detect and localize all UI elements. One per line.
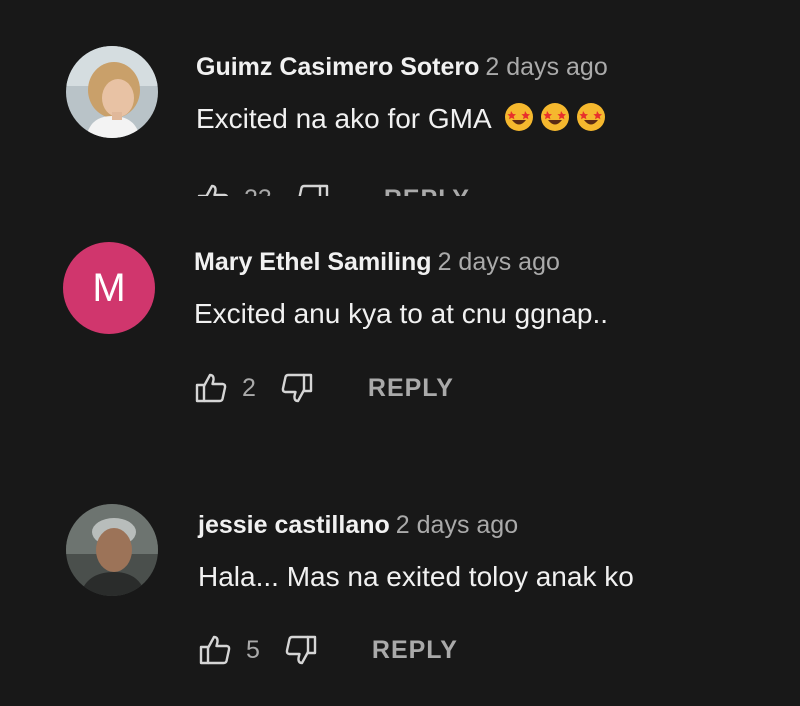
reply-button[interactable]: REPLY bbox=[368, 371, 454, 405]
dislike-button[interactable] bbox=[296, 182, 330, 196]
comment-author[interactable]: Guimz Casimero Sotero bbox=[196, 53, 479, 81]
comment-header: jessie castillano 2 days ago bbox=[198, 510, 518, 540]
comment-text: Excited na ako for GMA bbox=[196, 102, 606, 140]
thumbs-up-icon bbox=[195, 373, 227, 403]
dislike-button[interactable] bbox=[284, 633, 318, 667]
like-button[interactable] bbox=[194, 371, 228, 405]
thumbs-down-icon bbox=[285, 635, 317, 665]
thumbs-down-icon bbox=[281, 373, 313, 403]
comment-text-content: Excited anu kya to at cnu ggnap.. bbox=[194, 298, 609, 329]
star-struck-emoji-icon bbox=[540, 102, 570, 140]
reply-button[interactable]: REPLY bbox=[384, 182, 470, 196]
star-struck-emoji-icon bbox=[504, 102, 534, 140]
thumbs-up-icon bbox=[199, 635, 231, 665]
comment-item: Guimz Casimero Sotero 2 days ago Excited … bbox=[0, 0, 800, 200]
comment-item: jessie castillano 2 days ago Hala... Mas … bbox=[0, 460, 800, 706]
thumbs-down-icon bbox=[298, 184, 329, 196]
comment-header: Guimz Casimero Sotero 2 days ago bbox=[196, 52, 608, 82]
like-count: 2 bbox=[242, 374, 256, 402]
thumbs-up-icon bbox=[197, 184, 229, 196]
like-button[interactable] bbox=[196, 182, 230, 196]
avatar[interactable] bbox=[66, 504, 158, 596]
comment-author[interactable]: Mary Ethel Samiling bbox=[194, 248, 432, 276]
user-photo-icon bbox=[66, 46, 158, 138]
comment-timestamp[interactable]: 2 days ago bbox=[396, 511, 518, 539]
comment-text-content: Hala... Mas na exited toloy anak ko bbox=[198, 561, 634, 592]
comment-text: Excited anu kya to at cnu ggnap.. bbox=[194, 297, 608, 331]
comment-text-content: Excited na ako for GMA bbox=[196, 103, 491, 134]
reply-button[interactable]: REPLY bbox=[372, 633, 458, 667]
avatar-letter: M bbox=[92, 265, 126, 310]
avatar[interactable] bbox=[66, 46, 158, 138]
avatar[interactable]: M bbox=[63, 242, 155, 334]
comment-item: M Mary Ethel Samiling 2 days ago Excited … bbox=[0, 200, 800, 460]
like-button[interactable] bbox=[198, 633, 232, 667]
user-photo-icon bbox=[66, 504, 158, 596]
comment-author[interactable]: jessie castillano bbox=[198, 511, 390, 539]
like-count: 5 bbox=[246, 636, 260, 664]
comment-actions: 5 REPLY bbox=[198, 633, 458, 667]
dislike-button[interactable] bbox=[280, 371, 314, 405]
comment-text: Hala... Mas na exited toloy anak ko bbox=[198, 560, 634, 594]
like-count: 23 bbox=[244, 182, 272, 196]
star-struck-emoji-icon bbox=[576, 102, 606, 140]
comment-actions: 2 REPLY bbox=[194, 371, 454, 405]
comment-timestamp[interactable]: 2 days ago bbox=[485, 53, 607, 81]
comment-header: Mary Ethel Samiling 2 days ago bbox=[194, 247, 560, 277]
comment-actions: 23 REPLY bbox=[196, 182, 470, 196]
comment-timestamp[interactable]: 2 days ago bbox=[438, 248, 560, 276]
